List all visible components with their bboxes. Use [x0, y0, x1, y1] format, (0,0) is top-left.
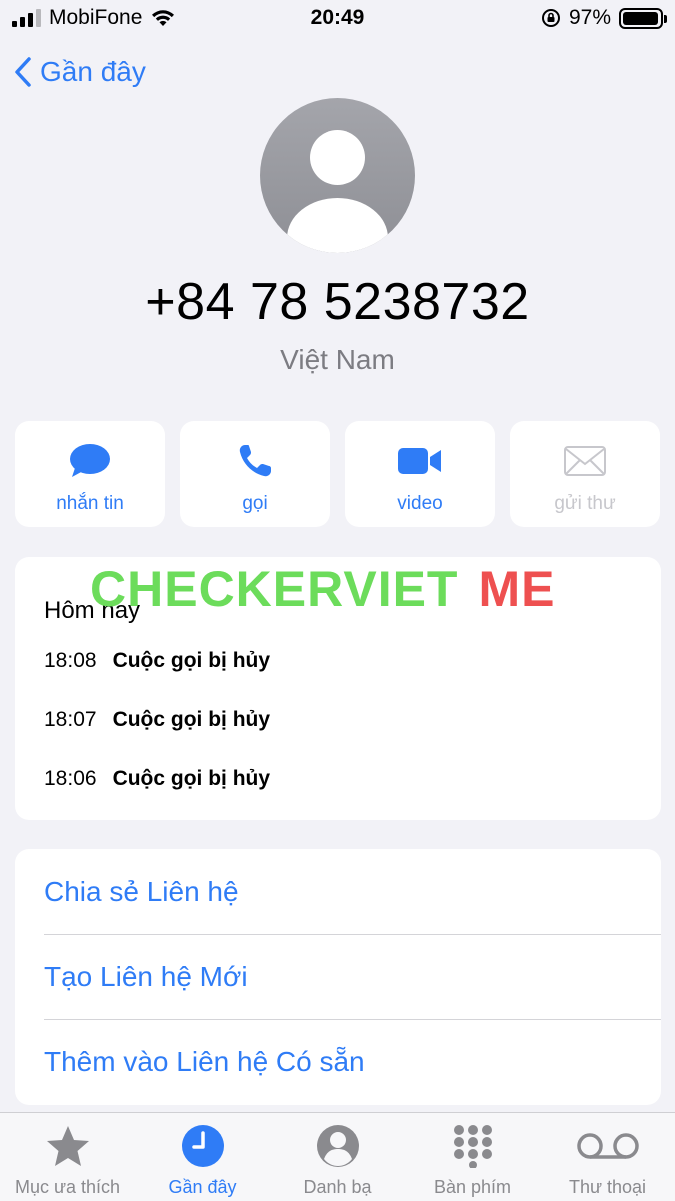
video-icon	[398, 448, 441, 474]
battery-fill	[623, 11, 658, 25]
clock-icon	[181, 1125, 224, 1167]
call-time: 18:06	[44, 767, 97, 790]
add-to-existing-contact-button[interactable]: Thêm vào Liên hệ Có sẵn	[44, 1019, 661, 1104]
share-contact-button[interactable]: Chia sẻ Liên hệ	[44, 849, 661, 934]
phone-icon	[239, 445, 271, 477]
video-button[interactable]: video	[345, 421, 495, 527]
tab-voicemail[interactable]: Thư thoại	[540, 1113, 675, 1201]
tab-favorites[interactable]: Mục ưa thích	[0, 1113, 135, 1201]
person-icon	[316, 1125, 359, 1167]
create-new-contact-button[interactable]: Tạo Liên hệ Mới	[44, 934, 661, 1019]
tab-label: Gần đây	[168, 1177, 237, 1197]
contact-avatar	[260, 98, 415, 253]
recents-header: Hôm nay	[44, 597, 141, 624]
rotation-lock-icon	[541, 9, 560, 27]
message-icon	[70, 444, 110, 477]
status-right: 97%	[541, 6, 667, 30]
tab-label: Thư thoại	[568, 1177, 647, 1197]
call-row: 18:06 Cuộc gọi bị hủy	[44, 767, 270, 791]
phone-number: +84 78 5238732	[145, 273, 530, 331]
tab-label: Bàn phím	[433, 1177, 512, 1197]
message-button[interactable]: nhắn tin	[15, 421, 165, 527]
tab-recents[interactable]: Gần đây	[135, 1113, 270, 1201]
tab-label: Danh bạ	[303, 1177, 372, 1197]
back-button[interactable]: Gần đây	[14, 56, 146, 88]
message-label: nhắn tin	[56, 493, 124, 514]
call-label: gọi	[242, 493, 268, 514]
back-label: Gần đây	[40, 56, 146, 87]
tab-contacts[interactable]: Danh bạ	[270, 1113, 405, 1201]
call-description: Cuộc gọi bị hủy	[112, 649, 271, 672]
chevron-left-icon	[15, 57, 31, 87]
contact-actions-card: Chia sẻ Liên hệ Tạo Liên hệ Mới Thêm vào…	[15, 849, 661, 1105]
voicemail-icon	[576, 1133, 639, 1159]
tab-label: Mục ưa thích	[14, 1177, 121, 1197]
tab-bar: Mục ưa thích Gần đây Danh bạ Bàn phím Th…	[0, 1112, 675, 1201]
call-time: 18:08	[44, 649, 97, 672]
action-buttons: nhắn tin gọi video gửi thư	[15, 421, 660, 527]
avatar-body	[287, 198, 388, 253]
tab-keypad[interactable]: Bàn phím	[405, 1113, 540, 1201]
keypad-icon	[453, 1125, 492, 1168]
call-row: 18:07 Cuộc gọi bị hủy	[44, 708, 270, 732]
country-label: Việt Nam	[280, 344, 395, 375]
star-icon	[46, 1126, 89, 1166]
video-label: video	[397, 493, 443, 514]
call-description: Cuộc gọi bị hủy	[112, 708, 271, 731]
avatar-head	[310, 130, 365, 185]
status-bar: MobiFone 20:49 97%	[0, 0, 675, 38]
battery-percent: 97%	[568, 6, 611, 29]
mail-label: gửi thư	[554, 493, 616, 514]
call-time: 18:07	[44, 708, 97, 731]
call-row: 18:08 Cuộc gọi bị hủy	[44, 649, 270, 673]
mail-button[interactable]: gửi thư	[510, 421, 660, 527]
call-button[interactable]: gọi	[180, 421, 330, 527]
call-description: Cuộc gọi bị hủy	[112, 767, 271, 790]
battery-icon	[619, 7, 667, 29]
mail-icon	[564, 446, 606, 476]
recent-calls-card: Hôm nay 18:08 Cuộc gọi bị hủy 18:07 Cuộc…	[15, 557, 661, 820]
